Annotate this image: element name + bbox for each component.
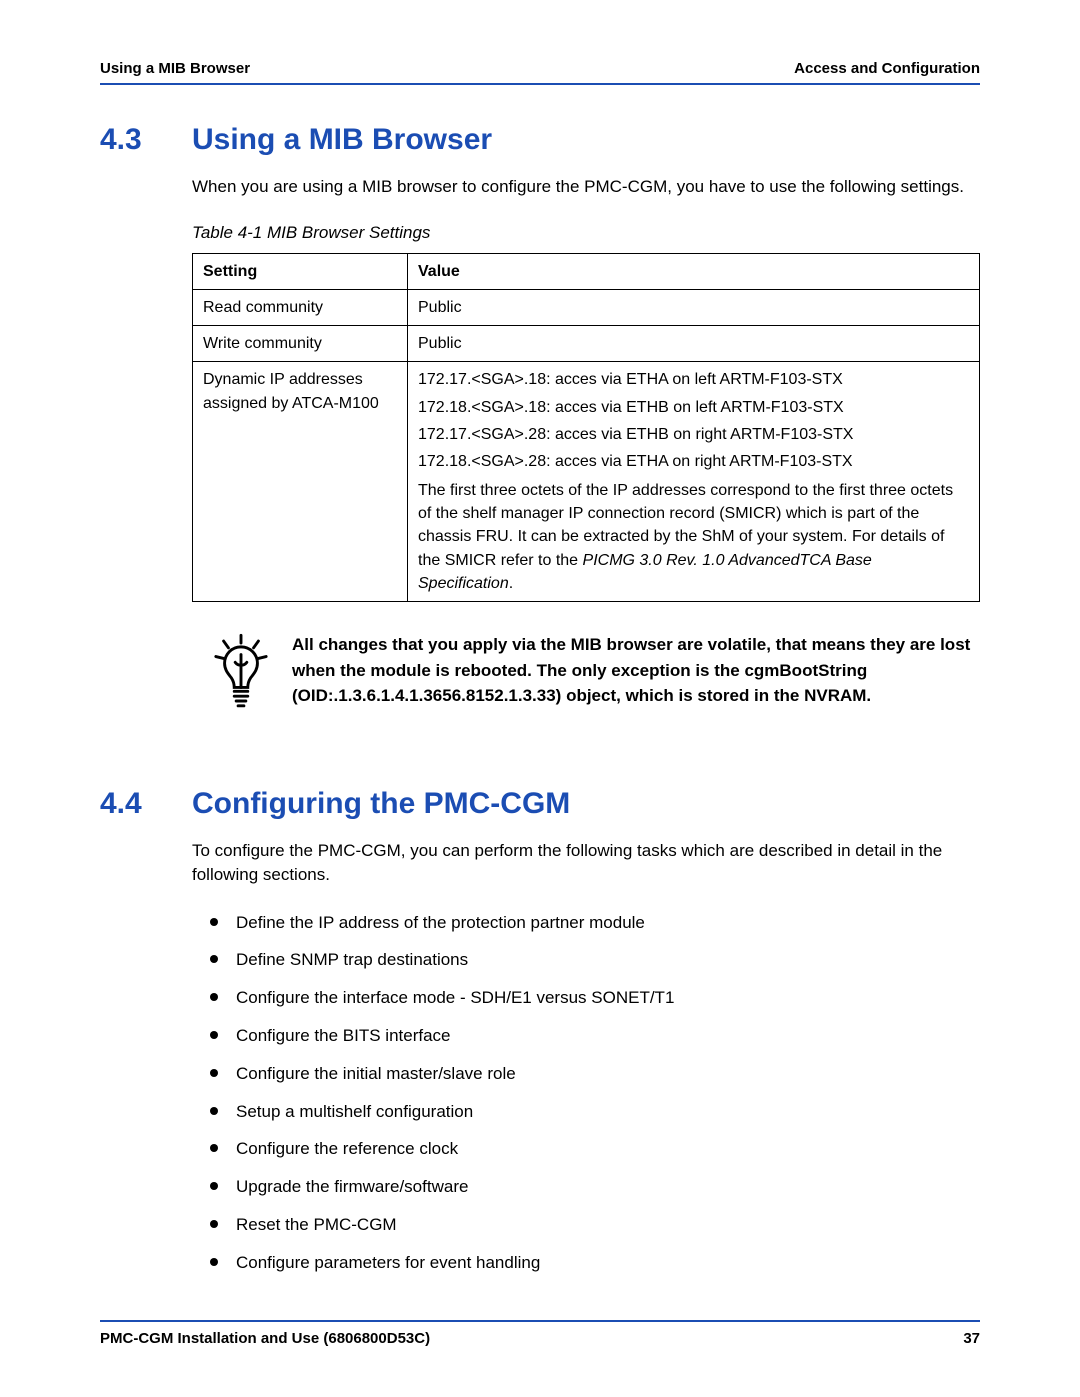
task-list: Define the IP address of the protection … bbox=[210, 911, 980, 1275]
cell-setting: Read community bbox=[193, 289, 408, 325]
section-heading-4-3: 4.3 Using a MIB Browser bbox=[100, 123, 980, 157]
ip-line: 172.17.<SGA>.18: acces via ETHA on left … bbox=[418, 368, 969, 391]
page-header: Using a MIB Browser Access and Configura… bbox=[100, 60, 980, 85]
list-item: Configure the interface mode - SDH/E1 ve… bbox=[210, 986, 980, 1010]
list-item: Upgrade the firmware/software bbox=[210, 1175, 980, 1199]
tip-text: All changes that you apply via the MIB b… bbox=[292, 632, 980, 717]
section-heading-4-4: 4.4 Configuring the PMC-CGM bbox=[100, 787, 980, 821]
list-item: Define the IP address of the protection … bbox=[210, 911, 980, 935]
section-number: 4.4 bbox=[100, 787, 192, 821]
list-item: Configure the initial master/slave role bbox=[210, 1062, 980, 1086]
lightbulb-icon bbox=[212, 632, 270, 717]
cell-setting-line1: Dynamic IP addresses bbox=[203, 371, 363, 388]
list-item: Configure the reference clock bbox=[210, 1137, 980, 1161]
table-row: Dynamic IP addresses assigned by ATCA-M1… bbox=[193, 362, 980, 602]
list-item: Setup a multishelf configuration bbox=[210, 1100, 980, 1124]
table-row: Read community Public bbox=[193, 289, 980, 325]
cell-setting-line2: assigned by ATCA-M100 bbox=[203, 395, 379, 412]
table-caption: Table 4-1 MIB Browser Settings bbox=[192, 223, 980, 243]
section-title: Configuring the PMC-CGM bbox=[192, 787, 570, 821]
explain-part-b: . bbox=[509, 575, 513, 592]
ip-line: 172.17.<SGA>.28: acces via ETHB on right… bbox=[418, 423, 969, 446]
cell-setting: Dynamic IP addresses assigned by ATCA-M1… bbox=[193, 362, 408, 602]
section-4-3: 4.3 Using a MIB Browser When you are usi… bbox=[100, 123, 980, 717]
table-row: Write community Public bbox=[193, 326, 980, 362]
settings-table: Setting Value Read community Public Writ… bbox=[192, 253, 980, 602]
section-4-4: 4.4 Configuring the PMC-CGM To configure… bbox=[100, 787, 980, 1275]
footer-left: PMC-CGM Installation and Use (6806800D53… bbox=[100, 1330, 430, 1347]
list-item: Define SNMP trap destinations bbox=[210, 948, 980, 972]
ip-line: 172.18.<SGA>.18: acces via ETHB on left … bbox=[418, 396, 969, 419]
cell-setting: Write community bbox=[193, 326, 408, 362]
cell-value: 172.17.<SGA>.18: acces via ETHA on left … bbox=[408, 362, 980, 602]
section-number: 4.3 bbox=[100, 123, 192, 157]
page-footer: PMC-CGM Installation and Use (6806800D53… bbox=[100, 1320, 980, 1347]
section-title: Using a MIB Browser bbox=[192, 123, 492, 157]
section-intro: When you are using a MIB browser to conf… bbox=[192, 175, 980, 199]
section-intro: To configure the PMC-CGM, you can perfor… bbox=[192, 839, 980, 887]
table-header-value: Value bbox=[408, 253, 980, 289]
list-item: Configure the BITS interface bbox=[210, 1024, 980, 1048]
header-left: Using a MIB Browser bbox=[100, 60, 250, 77]
tip-note: All changes that you apply via the MIB b… bbox=[212, 632, 980, 717]
cell-value: Public bbox=[408, 326, 980, 362]
list-item: Reset the PMC-CGM bbox=[210, 1213, 980, 1237]
ip-explanation: The first three octets of the IP address… bbox=[418, 479, 969, 595]
list-item: Configure parameters for event handling bbox=[210, 1251, 980, 1275]
footer-page-number: 37 bbox=[963, 1330, 980, 1347]
ip-line: 172.18.<SGA>.28: acces via ETHA on right… bbox=[418, 450, 969, 473]
header-right: Access and Configuration bbox=[794, 60, 980, 77]
table-header-setting: Setting bbox=[193, 253, 408, 289]
cell-value: Public bbox=[408, 289, 980, 325]
